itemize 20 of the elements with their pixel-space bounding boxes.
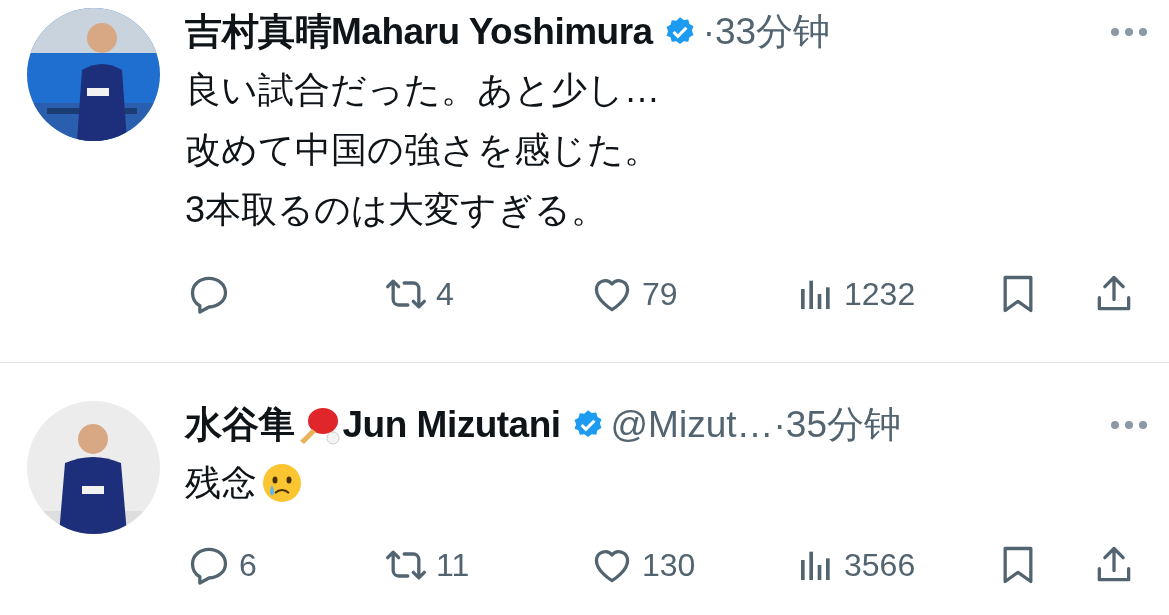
more-icon[interactable] — [1109, 26, 1149, 38]
display-name[interactable]: 水谷隼 — [185, 400, 295, 450]
display-name[interactable]: 吉村真晴Maharu Yoshimura — [185, 7, 653, 57]
post-time: ·33分钟 — [702, 10, 831, 54]
views-count: 3566 — [844, 546, 916, 584]
retweet-count: 11 — [436, 546, 470, 584]
reply-count: 6 — [239, 546, 257, 584]
post-time: ·35分钟 — [773, 403, 901, 447]
retweet-count: 4 — [436, 275, 454, 313]
post-text-line: 残念 — [185, 461, 257, 505]
like-count: 130 — [642, 546, 696, 584]
views-count: 1232 — [844, 275, 916, 313]
more-icon[interactable] — [1109, 419, 1149, 431]
like-count: 79 — [642, 275, 678, 313]
post-text-line: 良い試合だった。あと少し… — [185, 68, 660, 112]
crying-face-icon — [261, 462, 303, 504]
post-text-line: 3本取るのは大変すぎる。 — [185, 188, 608, 232]
user-handle[interactable]: @Mizut… — [610, 404, 774, 446]
display-name[interactable]: Jun Mizutani — [342, 404, 561, 446]
post-text-line: 改めて中国の強さを感じた。 — [185, 128, 660, 172]
